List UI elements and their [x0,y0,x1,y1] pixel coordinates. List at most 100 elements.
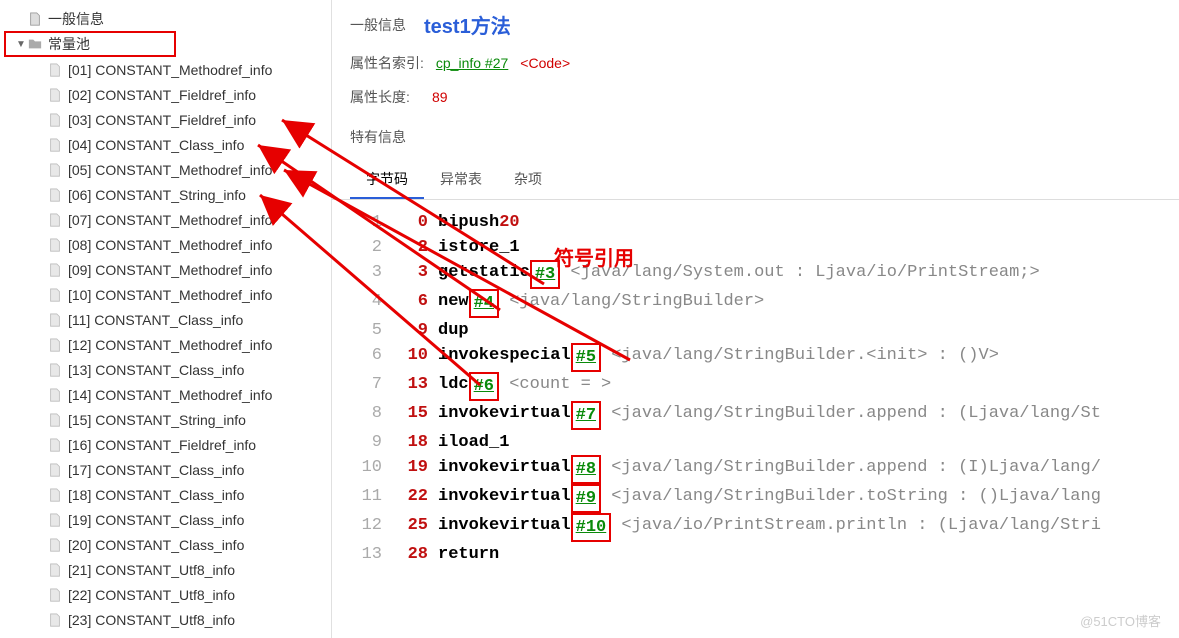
tree-item-cp-15[interactable]: [15] CONSTANT_String_info [0,407,331,432]
file-icon [48,163,62,177]
bytecode-offset: 19 [400,455,428,484]
line-number: 1 [350,210,382,235]
tree-item-cp-23[interactable]: [23] CONSTANT_Utf8_info [0,607,331,632]
tree-item-cp-21[interactable]: [21] CONSTANT_Utf8_info [0,557,331,582]
cp-ref[interactable]: #9 [571,484,601,513]
bytecode-line: 22istore_1 [332,235,1179,260]
tree-item-cp-18[interactable]: [18] CONSTANT_Class_info [0,482,331,507]
tree-item-constant-pool[interactable]: ▼ 常量池 [4,31,176,57]
tree-label: [21] CONSTANT_Utf8_info [68,562,235,578]
opcode: invokevirtual [438,484,571,513]
tree-label: [05] CONSTANT_Methodref_info [68,162,272,178]
opcode: invokevirtual [438,455,571,484]
tree-item-cp-16[interactable]: [16] CONSTANT_Fieldref_info [0,432,331,457]
bytecode-line: 10bipush 20 [332,210,1179,235]
bytecode-line: 713ldc #6 <count = > [332,372,1179,401]
operand: 20 [499,210,519,235]
cp-ref[interactable]: #5 [571,343,601,372]
tree-item-cp-10[interactable]: [10] CONSTANT_Methodref_info [0,282,331,307]
attr-name-row: 属性名索引: cp_info #27 <Code> [332,49,1179,83]
opcode: getstatic [438,260,530,289]
cp-ref[interactable]: #7 [571,401,601,430]
tree-item-cp-9[interactable]: [09] CONSTANT_Methodref_info [0,257,331,282]
attr-len-label: 属性长度: [350,87,420,107]
tree-label: [19] CONSTANT_Class_info [68,512,244,528]
line-number: 4 [350,289,382,318]
bytecode-offset: 3 [400,260,428,289]
opcode: return [438,542,499,567]
tree-item-cp-22[interactable]: [22] CONSTANT_Utf8_info [0,582,331,607]
opcode: invokevirtual [438,401,571,430]
tree-item-cp-14[interactable]: [14] CONSTANT_Methodref_info [0,382,331,407]
file-icon [48,588,62,602]
bytecode-line: 46new #4 <java/lang/StringBuilder> [332,289,1179,318]
bytecode-line: 815invokevirtual #7 <java/lang/StringBui… [332,401,1179,430]
tree-label: [06] CONSTANT_String_info [68,187,246,203]
attr-len-val: 89 [432,89,448,105]
tree-label: [10] CONSTANT_Methodref_info [68,287,272,303]
line-number: 12 [350,513,382,542]
caret-down-icon: ▼ [16,39,26,50]
file-icon [48,238,62,252]
tree-item-cp-19[interactable]: [19] CONSTANT_Class_info [0,507,331,532]
bytecode-offset: 9 [400,318,428,343]
file-icon [48,488,62,502]
tree-item-cp-7[interactable]: [07] CONSTANT_Methodref_info [0,207,331,232]
file-icon [28,12,42,26]
tree-label-constant-pool: 常量池 [48,34,90,54]
file-icon [48,388,62,402]
file-icon [48,538,62,552]
bytecode-comment: <java/lang/StringBuilder.<init> : ()V> [601,343,999,372]
tab-exception[interactable]: 异常表 [424,161,498,199]
file-icon [48,463,62,477]
line-number: 8 [350,401,382,430]
tree-item-cp-8[interactable]: [08] CONSTANT_Methodref_info [0,232,331,257]
tree-label: [08] CONSTANT_Methodref_info [68,237,272,253]
tree-label: [02] CONSTANT_Fieldref_info [68,87,256,103]
tree-item-cp-6[interactable]: [06] CONSTANT_String_info [0,182,331,207]
watermark: @51CTO博客 [1080,611,1161,630]
tree-item-cp-13[interactable]: [13] CONSTANT_Class_info [0,357,331,382]
file-icon [48,513,62,527]
tree-item-general[interactable]: 一般信息 [0,6,331,31]
tree-item-cp-3[interactable]: [03] CONSTANT_Fieldref_info [0,107,331,132]
cp-ref[interactable]: #6 [469,372,499,401]
cp-ref[interactable]: #4 [469,289,499,318]
tree-item-cp-12[interactable]: [12] CONSTANT_Methodref_info [0,332,331,357]
opcode: dup [438,318,469,343]
tree-item-cp-4[interactable]: [04] CONSTANT_Class_info [0,132,331,157]
cp-ref[interactable]: #8 [571,455,601,484]
tree-item-cp-17[interactable]: [17] CONSTANT_Class_info [0,457,331,482]
tab-misc[interactable]: 杂项 [498,161,558,199]
bytecode-offset: 25 [400,513,428,542]
file-icon [48,63,62,77]
line-number: 10 [350,455,382,484]
opcode: ldc [438,372,469,401]
file-icon [48,338,62,352]
opcode: istore_1 [438,235,520,260]
special-label: 特有信息 [332,117,1179,161]
cp-ref[interactable]: #10 [571,513,612,542]
tree-item-cp-2[interactable]: [02] CONSTANT_Fieldref_info [0,82,331,107]
file-icon [48,138,62,152]
bytecode-offset: 15 [400,401,428,430]
bytecode-comment: <java/lang/StringBuilder> [499,289,764,318]
tab-bytecode[interactable]: 字节码 [350,161,424,199]
tree-label: [18] CONSTANT_Class_info [68,487,244,503]
bytecode-comment: <java/lang/StringBuilder.toString : ()Lj… [601,484,1101,513]
bytecode-offset: 6 [400,289,428,318]
sidebar-tree: 一般信息 ▼ 常量池 [01] CONSTANT_Methodref_info [… [0,0,332,638]
tree-item-cp-11[interactable]: [11] CONSTANT_Class_info [0,307,331,332]
bytecode-offset: 2 [400,235,428,260]
tree-item-cp-20[interactable]: [20] CONSTANT_Class_info [0,532,331,557]
cp-info-link[interactable]: cp_info #27 [436,55,508,71]
bytecode-offset: 18 [400,430,428,455]
tree-item-cp-5[interactable]: [05] CONSTANT_Methodref_info [0,157,331,182]
bytecode-line: 1122invokevirtual #9 <java/lang/StringBu… [332,484,1179,513]
tree-item-cp-1[interactable]: [01] CONSTANT_Methodref_info [0,57,331,82]
tree-label: [13] CONSTANT_Class_info [68,362,244,378]
main-panel: 一般信息 test1方法 属性名索引: cp_info #27 <Code> 属… [332,0,1179,638]
tree-label: [07] CONSTANT_Methodref_info [68,212,272,228]
bytecode-line: 1019invokevirtual #8 <java/lang/StringBu… [332,455,1179,484]
line-number: 3 [350,260,382,289]
